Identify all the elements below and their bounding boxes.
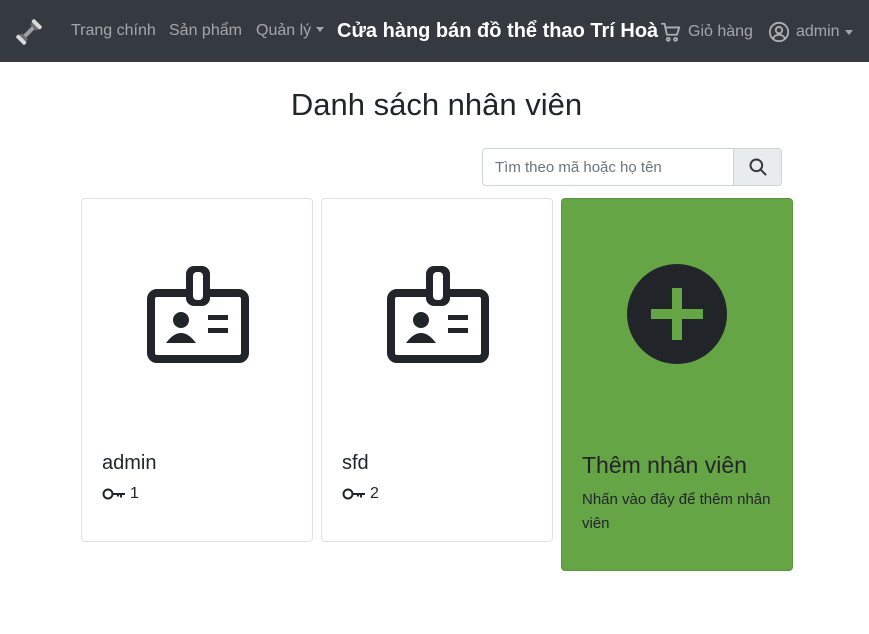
search-icon — [749, 158, 766, 176]
add-employee-title: Thêm nhân viên — [582, 452, 747, 478]
key-icon — [102, 488, 125, 500]
id-badge-icon — [387, 266, 489, 363]
search-button[interactable] — [733, 148, 782, 186]
user-circle-icon — [768, 21, 790, 43]
key-icon — [342, 488, 365, 500]
nav-products-link[interactable]: Sản phẩm — [169, 22, 242, 40]
employee-card[interactable]: sfd 2 — [321, 198, 553, 542]
dumbbell-icon[interactable] — [14, 17, 44, 47]
employee-id: 2 — [342, 485, 379, 503]
search-group — [482, 148, 782, 186]
add-employee-card[interactable]: Thêm nhân viên Nhấn vào đây để thêm nhân… — [561, 198, 793, 571]
user-label: admin — [796, 23, 840, 40]
add-employee-description: Nhấn vào đây để thêm nhân viên — [582, 491, 771, 532]
store-title[interactable]: Cửa hàng bán đồ thể thao Trí Hoà — [337, 20, 658, 43]
id-badge-icon — [147, 266, 249, 363]
user-menu-dropdown[interactable]: admin — [768, 20, 853, 44]
navbar: Trang chính Sản phẩm Quản lý Cửa hàng bá… — [0, 0, 869, 62]
search-input[interactable] — [482, 148, 733, 186]
plus-circle-icon — [627, 264, 727, 364]
employee-id-value: 2 — [370, 485, 379, 502]
nav-manage-dropdown[interactable]: Quản lý — [256, 22, 324, 40]
employee-name: admin — [102, 452, 157, 474]
nav-home-link[interactable]: Trang chính — [71, 22, 156, 40]
employee-id: 1 — [102, 485, 139, 503]
cart-link[interactable]: Giỏ hàng — [660, 20, 753, 44]
employee-name: sfd — [342, 452, 369, 474]
employee-card[interactable]: admin 1 — [81, 198, 313, 542]
cart-icon — [660, 22, 681, 42]
cart-label: Giỏ hàng — [688, 23, 753, 40]
employee-id-value: 1 — [130, 485, 139, 502]
page-title: Danh sách nhân viên — [290, 87, 583, 122]
chevron-down-icon — [844, 29, 853, 35]
